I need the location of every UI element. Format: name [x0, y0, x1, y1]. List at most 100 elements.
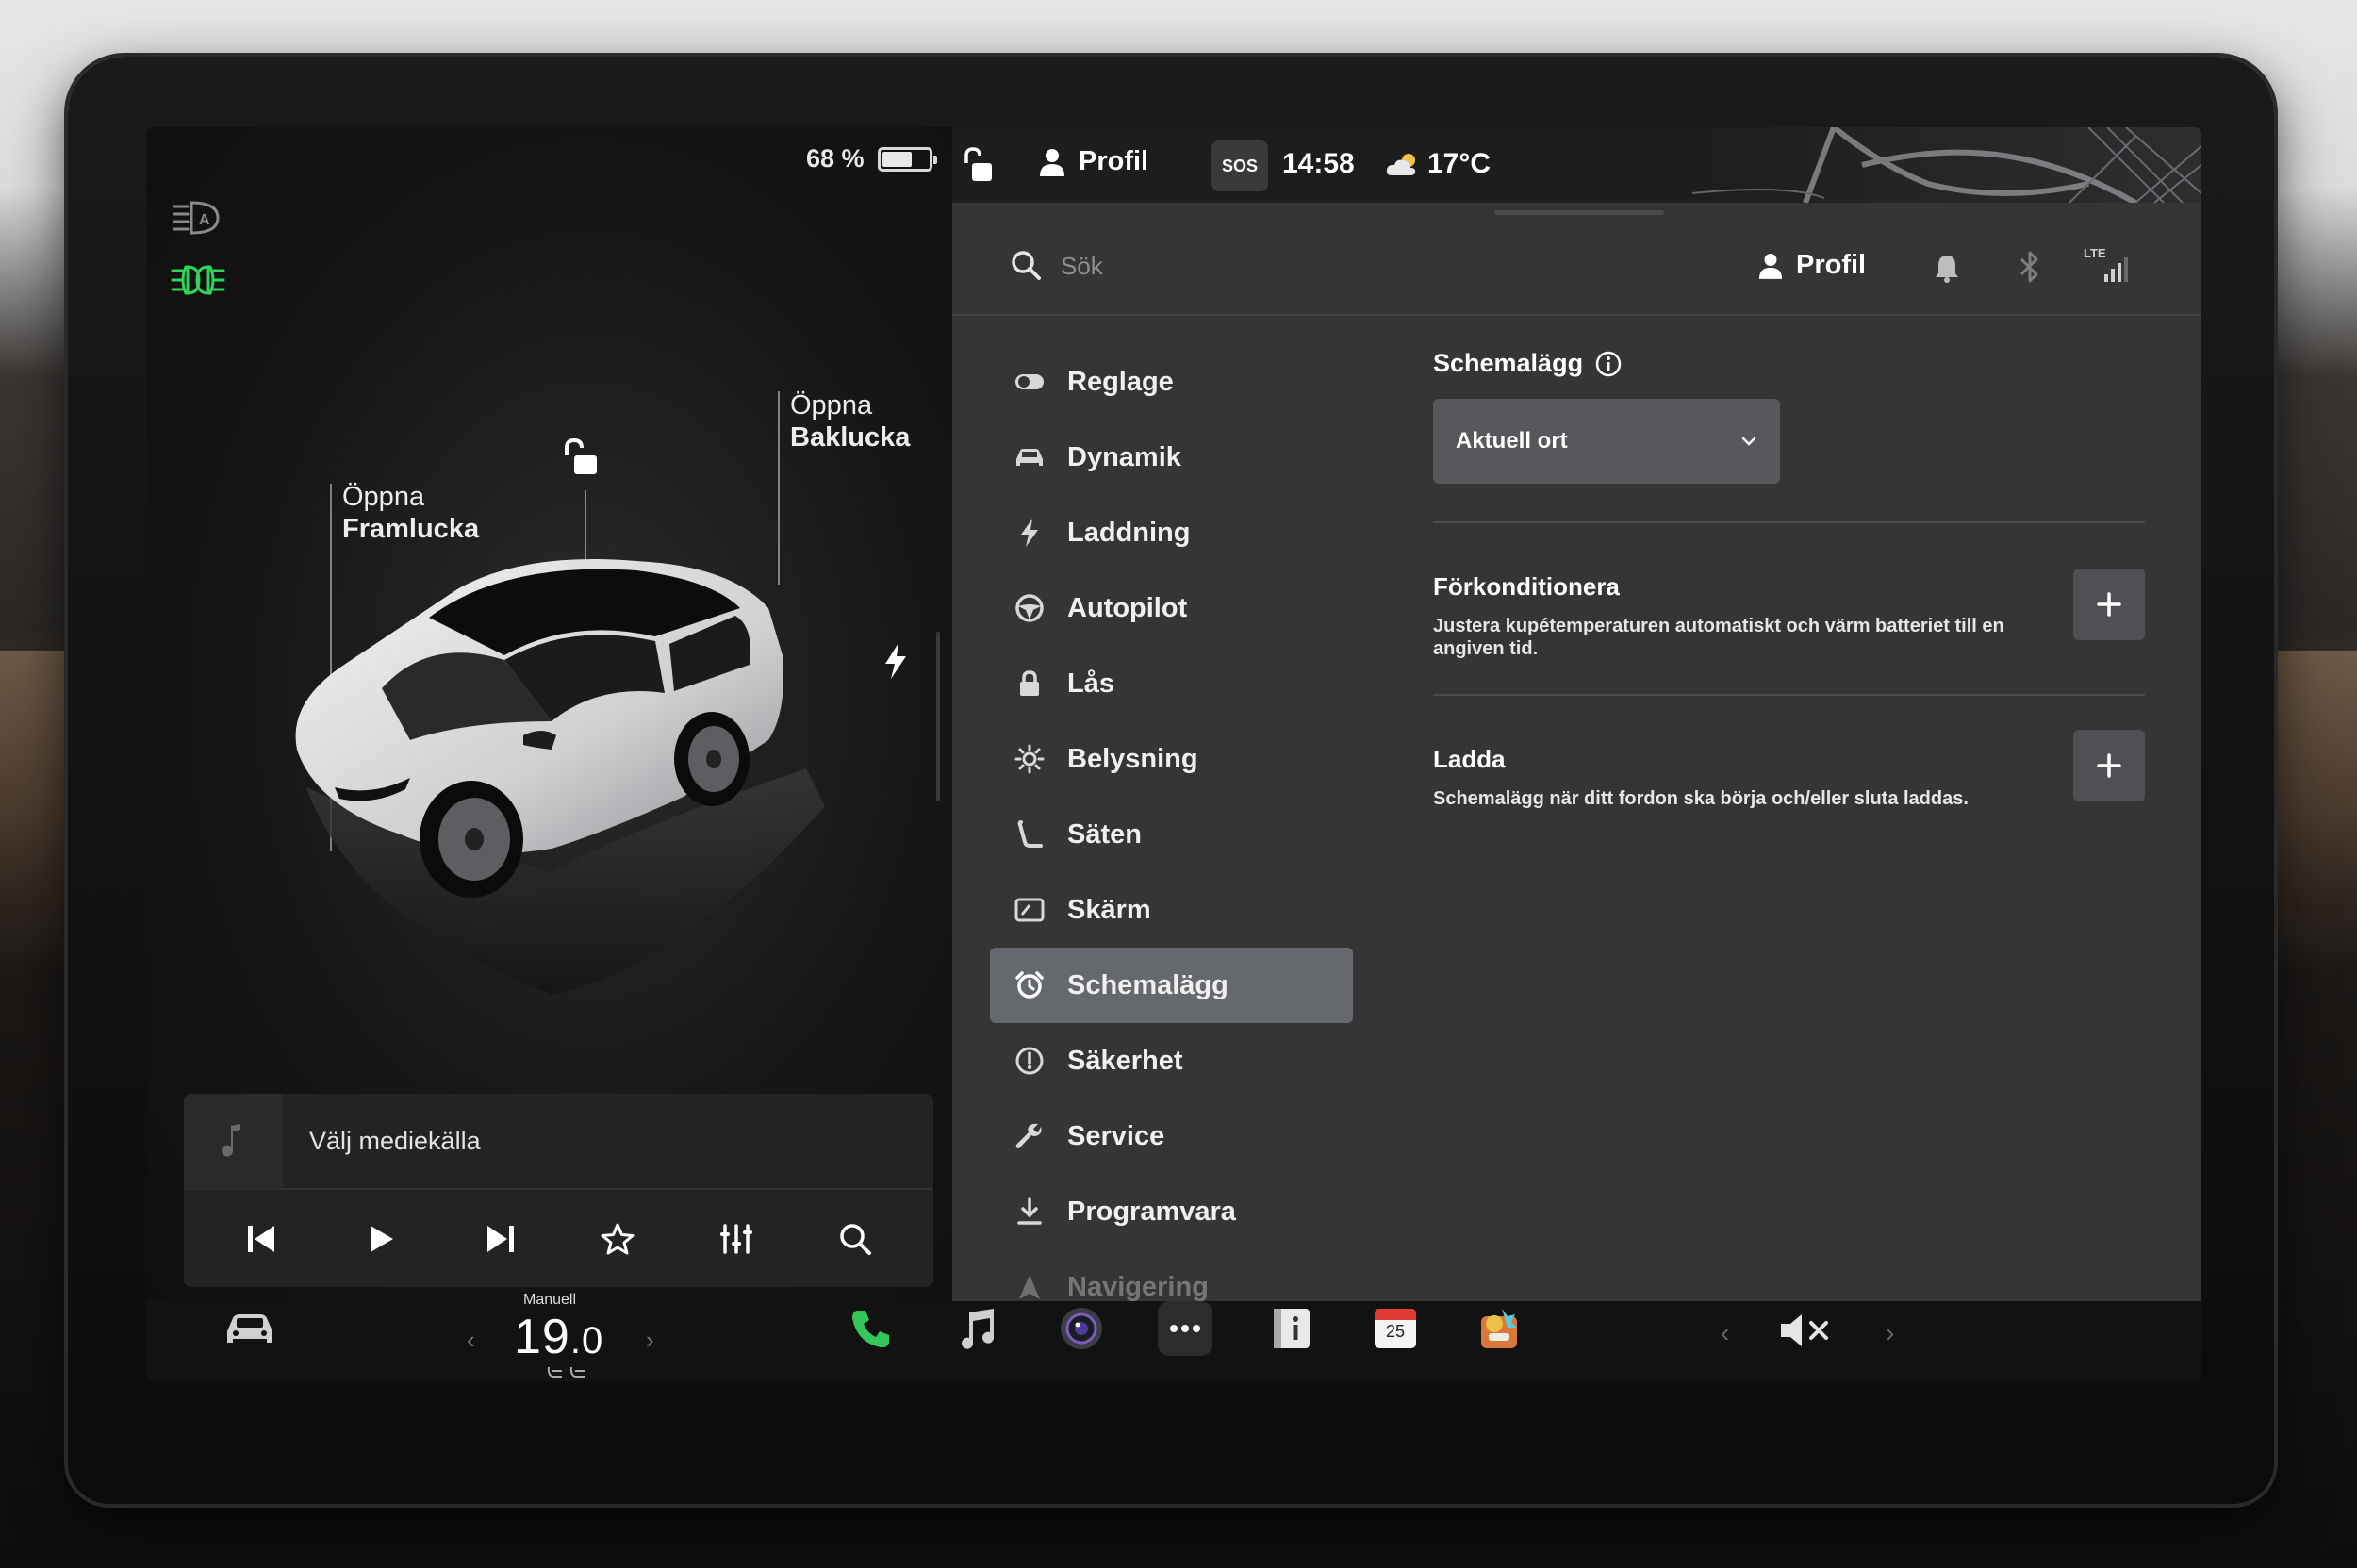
settings-search-input[interactable]	[1061, 245, 1532, 287]
nav-item-label: Programvara	[1067, 1196, 1236, 1227]
precondition-description: Justera kupétemperaturen automatiskt och…	[1433, 616, 2004, 659]
sos-button[interactable]: SOS	[1211, 140, 1268, 191]
nav-item-skarm[interactable]: Skärm	[990, 872, 1353, 948]
schedule-title: Schemalägg	[1433, 349, 2159, 378]
location-dropdown[interactable]: Aktuell ort	[1433, 399, 1780, 484]
toggle-icon	[1011, 363, 1048, 401]
sos-label: SOS	[1221, 156, 1258, 175]
settings-panel: Profil SOS 14:58 17°C Profil	[952, 127, 2201, 1302]
media-source-selector[interactable]: Välj mediekälla	[184, 1094, 933, 1190]
calendar-day: 25	[1385, 1322, 1406, 1341]
nav-item-label: Schemalägg	[1067, 969, 1228, 1000]
signal-bars	[2104, 257, 2128, 282]
nav-item-las[interactable]: Lås	[990, 646, 1353, 721]
volume-muted-icon[interactable]	[1777, 1309, 1832, 1352]
search-icon	[840, 1223, 872, 1255]
fog-lights-icon[interactable]	[171, 264, 225, 296]
bolt-icon	[1011, 514, 1048, 552]
nav-item-autopilot[interactable]: Autopilot	[990, 570, 1353, 646]
temp-decimal: .0	[569, 1320, 604, 1362]
bluetooth-icon[interactable]	[2018, 250, 2042, 284]
seat-icon	[1011, 816, 1048, 853]
location-dropdown-value: Aktuell ort	[1456, 428, 1568, 454]
nav-item-sakerhet[interactable]: Säkerhet	[990, 1023, 1353, 1098]
next-track-button[interactable]	[471, 1211, 528, 1267]
add-charge-schedule-button[interactable]	[2073, 730, 2145, 801]
media-player: Välj mediekälla	[184, 1094, 933, 1287]
previous-track-button[interactable]	[234, 1211, 290, 1267]
toybox-app[interactable]	[1472, 1301, 1526, 1356]
nav-item-label: Reglage	[1067, 366, 1174, 397]
camera-app[interactable]	[1054, 1301, 1109, 1356]
open-trunk-line2: Baklucka	[790, 422, 911, 453]
media-search-button[interactable]	[827, 1211, 883, 1267]
volume-up-button[interactable]: ›	[1886, 1318, 1894, 1348]
panel-divider-handle[interactable]	[936, 632, 940, 801]
unlocked-icon[interactable]	[962, 146, 994, 184]
nav-item-laddning[interactable]: Laddning	[990, 495, 1353, 570]
cabin-temperature[interactable]: 19.0	[514, 1309, 603, 1365]
nav-item-service[interactable]: Service	[990, 1098, 1353, 1174]
status-profile-button[interactable]: Profil	[1039, 146, 1148, 177]
nav-item-label: Säten	[1067, 818, 1142, 850]
equalizer-button[interactable]	[708, 1211, 765, 1267]
skip-forward-icon	[486, 1225, 514, 1252]
schedule-title-text: Schemalägg	[1433, 349, 1584, 377]
partly-cloudy-icon	[1386, 154, 1416, 175]
nav-item-label: Navigering	[1067, 1271, 1209, 1302]
schedule-content: Schemalägg Aktuell ort Förkonditionera J…	[1433, 349, 2159, 844]
favorite-button[interactable]	[589, 1211, 646, 1267]
wrench-icon	[1011, 1117, 1048, 1155]
more-dots-icon	[1170, 1325, 1200, 1332]
charge-card: Ladda Schemalägg när ditt fordon ska bör…	[1433, 696, 2145, 844]
nav-item-saten[interactable]: Säten	[990, 797, 1353, 872]
battery-indicator: 68 %	[806, 144, 937, 173]
open-trunk-button[interactable]: Öppna Baklucka	[790, 389, 910, 454]
nav-item-reglage[interactable]: Reglage	[990, 344, 1353, 420]
info-icon[interactable]	[1594, 350, 1623, 378]
media-controls	[184, 1190, 933, 1287]
skip-back-icon	[247, 1225, 274, 1252]
unlocked-padlock-icon[interactable]	[559, 437, 601, 478]
nav-item-dynamik[interactable]: Dynamik	[990, 420, 1353, 495]
volume-down-button[interactable]: ‹	[1721, 1318, 1729, 1348]
header-profile-button[interactable]: Profil	[1758, 250, 1866, 281]
nav-item-label: Laddning	[1067, 517, 1191, 548]
map-preview[interactable]	[1692, 127, 2201, 203]
chevron-down-icon	[1741, 437, 1756, 446]
outside-temperature: 17°C	[1427, 148, 1492, 179]
toybox-icon	[1481, 1309, 1517, 1348]
lock-icon	[1011, 665, 1048, 702]
charge-description: Schemalägg när ditt fordon ska börja och…	[1433, 788, 1969, 809]
seat-heater-icon[interactable]	[545, 1363, 588, 1380]
camera-lens-icon	[1061, 1308, 1102, 1349]
car-status-panel: A 68 % Öppna Framlucka Öppna Baklucka Vä…	[146, 127, 952, 1301]
search-icon	[1012, 251, 1041, 280]
calendar-app[interactable]: 25	[1368, 1301, 1423, 1356]
touchscreen: A 68 % Öppna Framlucka Öppna Baklucka Vä…	[146, 127, 2201, 1381]
plus-icon	[2097, 753, 2121, 778]
temp-decrease-button[interactable]: ‹	[467, 1326, 475, 1355]
status-profile-label: Profil	[1079, 146, 1149, 176]
add-precondition-button[interactable]	[2073, 569, 2145, 640]
phone-icon	[852, 1311, 889, 1348]
nav-item-belysning[interactable]: Belysning	[990, 721, 1353, 797]
nav-item-label: Lås	[1067, 668, 1114, 699]
play-button[interactable]	[353, 1211, 409, 1267]
precondition-title: Förkonditionera	[1433, 572, 1620, 601]
bottom-dock: ‹ Manuell 19.0 › 25 ‹ ›	[146, 1292, 2201, 1381]
manual-app[interactable]	[1264, 1301, 1319, 1356]
nav-item-programvara[interactable]: Programvara	[990, 1174, 1353, 1249]
temp-increase-button[interactable]: ›	[646, 1326, 654, 1355]
display-icon	[1011, 891, 1048, 929]
auto-headlights-icon[interactable]: A	[173, 198, 222, 238]
music-app[interactable]	[949, 1301, 1004, 1356]
weather-indicator: 17°C	[1386, 148, 1491, 180]
car-controls-icon[interactable]	[222, 1309, 278, 1350]
phone-app[interactable]	[844, 1301, 898, 1356]
clock: 14:58	[1282, 148, 1355, 179]
nav-item-schemalagg[interactable]: Schemalägg	[990, 948, 1353, 1023]
pull-down-handle[interactable]	[1494, 210, 1664, 215]
more-apps-button[interactable]	[1158, 1301, 1212, 1356]
bell-icon[interactable]	[1933, 253, 1961, 283]
